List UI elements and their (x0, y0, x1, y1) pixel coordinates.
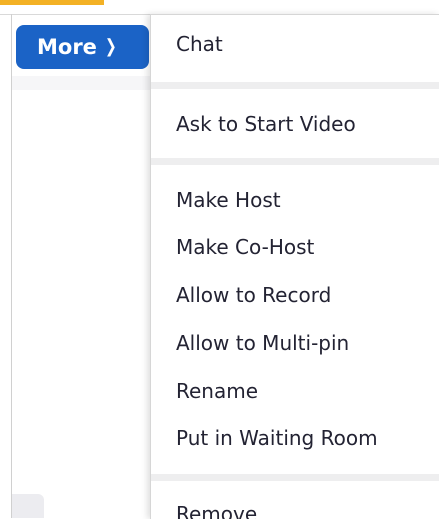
menu-item-rename[interactable]: Rename (176, 379, 258, 403)
more-button[interactable]: More ❯ (16, 25, 149, 69)
participant-row-band (12, 76, 150, 90)
menu-divider (151, 474, 439, 481)
menu-item-chat[interactable]: Chat (176, 32, 223, 56)
menu-item-make-co-host[interactable]: Make Co-Host (176, 235, 314, 259)
top-accent-bar (0, 0, 104, 5)
participant-context-menu: Chat Ask to Start Video Make Host Make C… (150, 14, 439, 519)
menu-item-allow-to-multi-pin[interactable]: Allow to Multi-pin (176, 331, 349, 355)
menu-item-allow-to-record[interactable]: Allow to Record (176, 283, 331, 307)
menu-item-put-in-waiting-room[interactable]: Put in Waiting Room (176, 426, 378, 450)
menu-item-make-host[interactable]: Make Host (176, 188, 281, 212)
menu-item-remove[interactable]: Remove (176, 502, 257, 519)
chevron-right-icon: ❯ (104, 36, 117, 58)
menu-divider (151, 82, 439, 89)
menu-item-ask-to-start-video[interactable]: Ask to Start Video (176, 112, 356, 136)
menu-divider (151, 158, 439, 165)
more-button-label: More (37, 35, 97, 59)
bottom-tab (12, 494, 44, 518)
